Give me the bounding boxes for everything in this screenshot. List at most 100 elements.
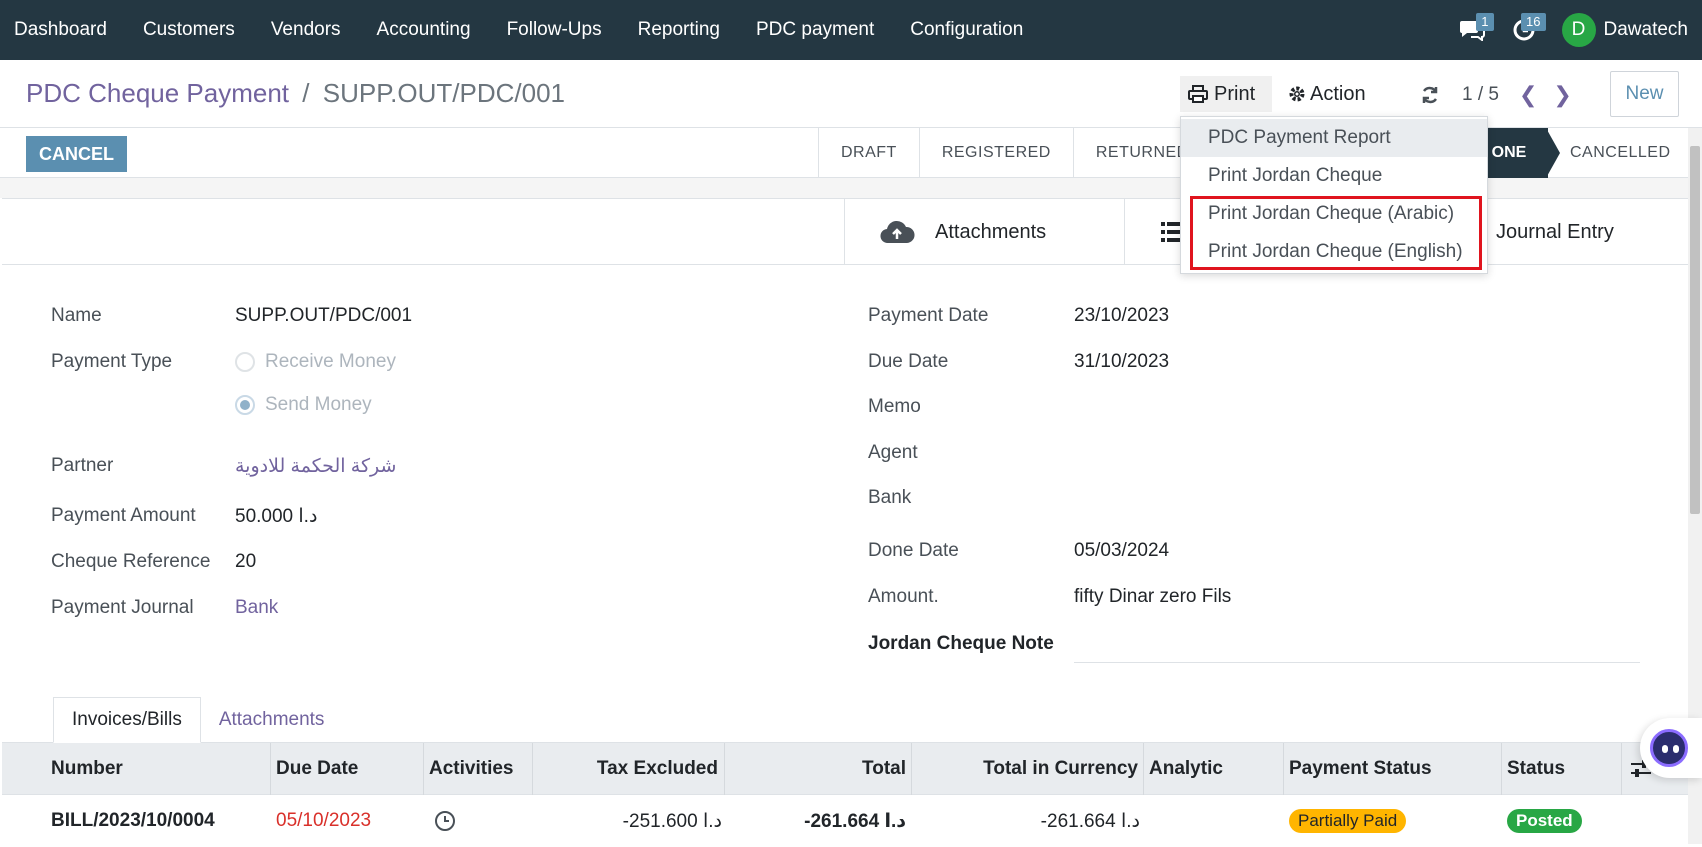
status-bar: DRAFT REGISTERED RETURNED [818,128,1211,178]
send-money-label: Send Money [265,394,372,416]
menu-follow-ups[interactable]: Follow-Ups [489,0,620,60]
printer-icon [1188,85,1208,103]
column-number[interactable]: Number [51,743,123,795]
amount-text-label: Amount. [868,586,939,608]
row-due-date: 05/10/2023 [276,795,371,847]
column-analytic[interactable]: Analytic [1149,743,1223,795]
activities-button[interactable]: 16 [1498,0,1550,60]
action-button[interactable]: Action [1280,76,1374,112]
payment-date-value: 23/10/2023 [1074,305,1169,327]
radio-off-icon [235,352,255,372]
scrollbar-thumb[interactable] [1690,146,1700,514]
row-total: -261.664 د.ا [732,795,906,847]
column-tax-excluded[interactable]: Tax Excluded [542,743,718,795]
row-number: BILL/2023/10/0004 [51,795,215,847]
col-separator [911,743,912,795]
payment-status-badge: Partially Paid [1289,809,1406,833]
attachments-smart-button[interactable]: Attachments [844,199,1124,265]
menu-vendors[interactable]: Vendors [253,0,359,60]
messages-button[interactable]: 1 [1446,0,1498,60]
cancel-button[interactable]: CANCEL [26,136,127,172]
notebook-tabs: Invoices/Bills Attachments [53,697,342,743]
stage-cancelled[interactable]: CANCELLED [1548,128,1693,178]
payment-date-label: Payment Date [868,305,988,327]
payment-type-label: Payment Type [51,351,172,373]
action-label: Action [1310,83,1366,106]
row-payment-status: Partially Paid [1289,795,1406,847]
menu-accounting[interactable]: Accounting [359,0,489,60]
bank-label: Bank [868,487,911,509]
stage-draft[interactable]: DRAFT [818,128,919,178]
menu-configuration[interactable]: Configuration [892,0,1041,60]
name-label: Name [51,305,102,327]
print-button[interactable]: Print [1180,76,1272,112]
memo-label: Memo [868,396,921,418]
pager-previous-icon[interactable]: ❮ [1519,82,1537,108]
print-label: Print [1214,83,1255,106]
breadcrumb: PDC Cheque Payment / SUPP.OUT/PDC/001 [26,78,565,109]
payment-journal-link[interactable]: Bank [235,597,278,619]
column-total-in-currency[interactable]: Total in Currency [922,743,1138,795]
send-money-radio: Send Money [235,394,372,416]
menu-pdc-payment[interactable]: PDC payment [738,0,892,60]
menu-item-print-jordan-cheque[interactable]: Print Jordan Cheque [1181,157,1487,195]
top-navbar: Dashboard Customers Vendors Accounting F… [0,0,1702,60]
row-activity-clock-icon[interactable] [434,795,456,847]
done-date-value: 05/03/2024 [1074,540,1169,562]
breadcrumb-separator: / [302,78,309,108]
done-date-label: Done Date [868,540,959,562]
amount-text-value: fifty Dinar zero Fils [1074,586,1231,608]
row-status: Posted [1507,795,1582,847]
systray: 1 16 D Dawatech [1446,0,1702,60]
radio-on-icon [235,395,255,415]
column-activities[interactable]: Activities [429,743,513,795]
menu-reporting[interactable]: Reporting [620,0,738,60]
new-button[interactable]: New [1610,71,1679,117]
col-separator [1621,743,1622,795]
list-icon [1161,221,1181,243]
cloud-upload-icon [879,219,915,245]
pager: 1 / 5 ❮ ❯ [1420,82,1572,108]
partner-label: Partner [51,455,113,477]
column-due-date[interactable]: Due Date [276,743,358,795]
column-status[interactable]: Status [1507,743,1565,795]
user-menu[interactable]: D Dawatech [1550,13,1702,47]
due-date-label: Due Date [868,351,948,373]
column-total[interactable]: Total [732,743,906,795]
column-payment-status[interactable]: Payment Status [1289,743,1432,795]
partner-link[interactable]: شركة الحكمة للادوية [235,455,396,478]
menu-dashboard[interactable]: Dashboard [0,0,125,60]
menu-item-pdc-payment-report[interactable]: PDC Payment Report [1181,119,1487,157]
breadcrumb-parent-link[interactable]: PDC Cheque Payment [26,78,289,108]
menu-customers[interactable]: Customers [125,0,253,60]
chatbot-launcher[interactable] [1640,718,1702,778]
row-tax-excluded: -251.600 د.ا [542,795,722,847]
name-value: SUPP.OUT/PDC/001 [235,305,412,327]
agent-label: Agent [868,442,918,464]
tab-attachments[interactable]: Attachments [201,697,343,743]
gear-icon [1288,85,1306,103]
col-separator [532,743,533,795]
form-sheet: Attachments Journal Entry Name SUPP.OUT/… [2,198,1688,844]
annotation-highlight-box [1190,196,1482,270]
col-separator [270,743,271,795]
payment-amount-label: Payment Amount [51,505,196,527]
due-date-value: 31/10/2023 [1074,351,1169,373]
main-menu: Dashboard Customers Vendors Accounting F… [0,0,1041,60]
row-total-in-currency: -261.664 د.ا [922,795,1140,847]
receive-money-label: Receive Money [265,351,396,373]
receive-money-radio: Receive Money [235,351,396,373]
journal-items-smart-button[interactable] [1124,199,1184,265]
cheque-reference-value: 20 [235,551,256,573]
activities-count-badge: 16 [1521,13,1545,31]
refresh-icon[interactable] [1420,85,1440,105]
tab-invoices-bills[interactable]: Invoices/Bills [53,697,201,743]
col-separator [724,743,725,795]
payment-amount-value: 50.000 د.ا [235,505,317,528]
journal-entry-smart-button[interactable]: Journal Entry [1492,199,1688,265]
stage-registered[interactable]: REGISTERED [919,128,1073,178]
pager-next-icon[interactable]: ❯ [1553,82,1571,108]
jordan-cheque-note-input[interactable] [1074,662,1640,663]
breadcrumb-current: SUPP.OUT/PDC/001 [323,78,565,108]
pager-value[interactable]: 1 / 5 [1462,84,1499,106]
